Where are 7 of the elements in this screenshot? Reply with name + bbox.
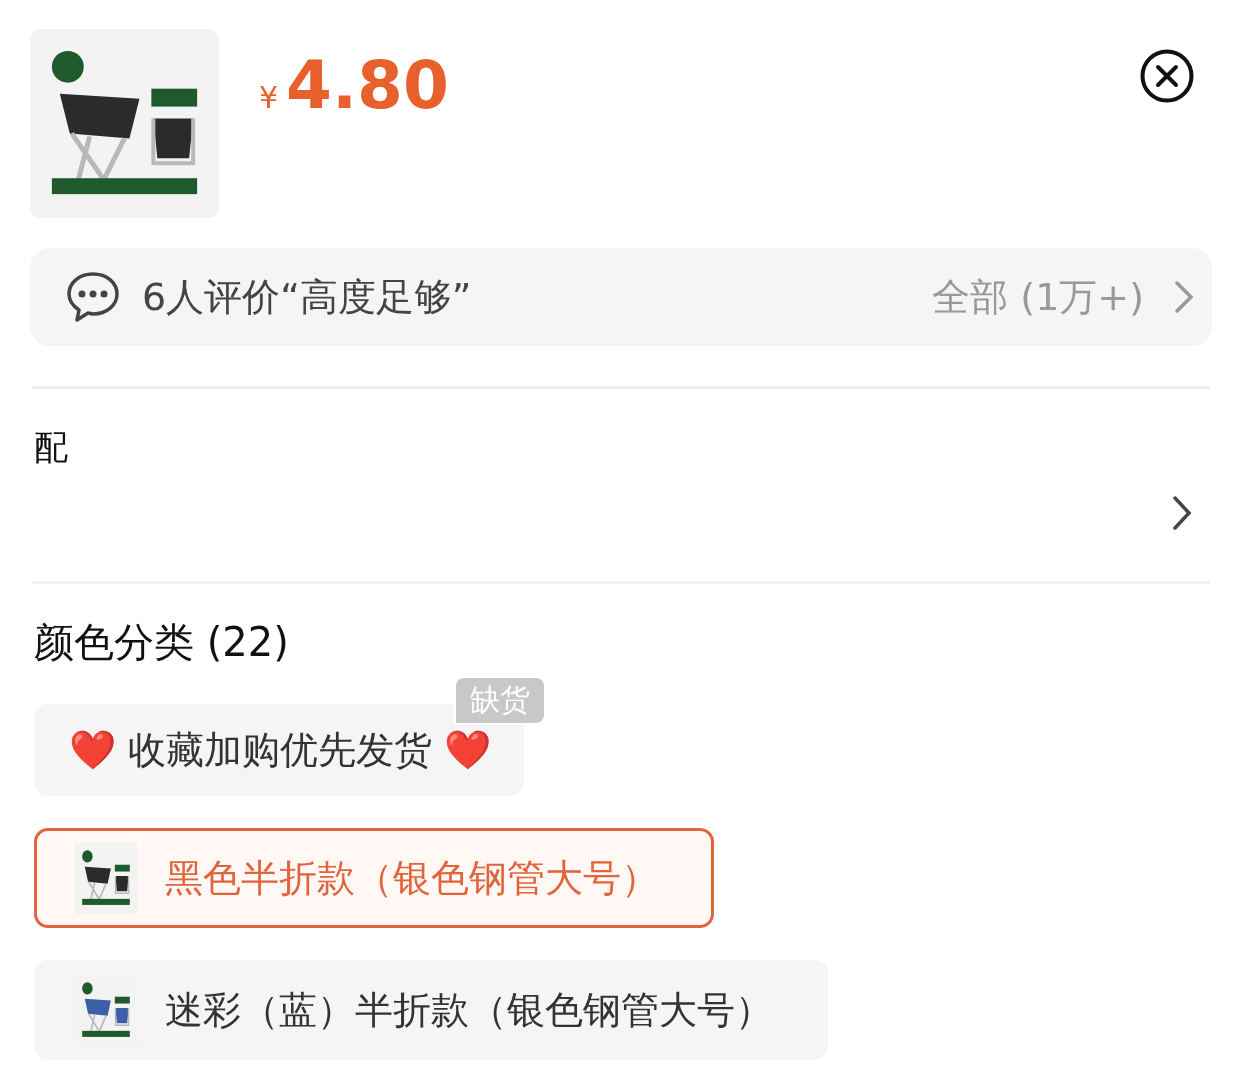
currency-symbol: ¥ (259, 80, 279, 115)
review-summary: 6人评价“高度足够” (142, 273, 473, 321)
section-title: 颜色分类 (22) (34, 618, 290, 666)
price: 4.80 (286, 47, 449, 124)
delivery-label: 配 (34, 426, 69, 469)
color-option[interactable]: 迷彩（蓝）半折款（银色钢管大号） (34, 960, 828, 1060)
review-summary-bar[interactable]: 6人评价“高度足够” 全部 (1万+) (30, 248, 1212, 346)
